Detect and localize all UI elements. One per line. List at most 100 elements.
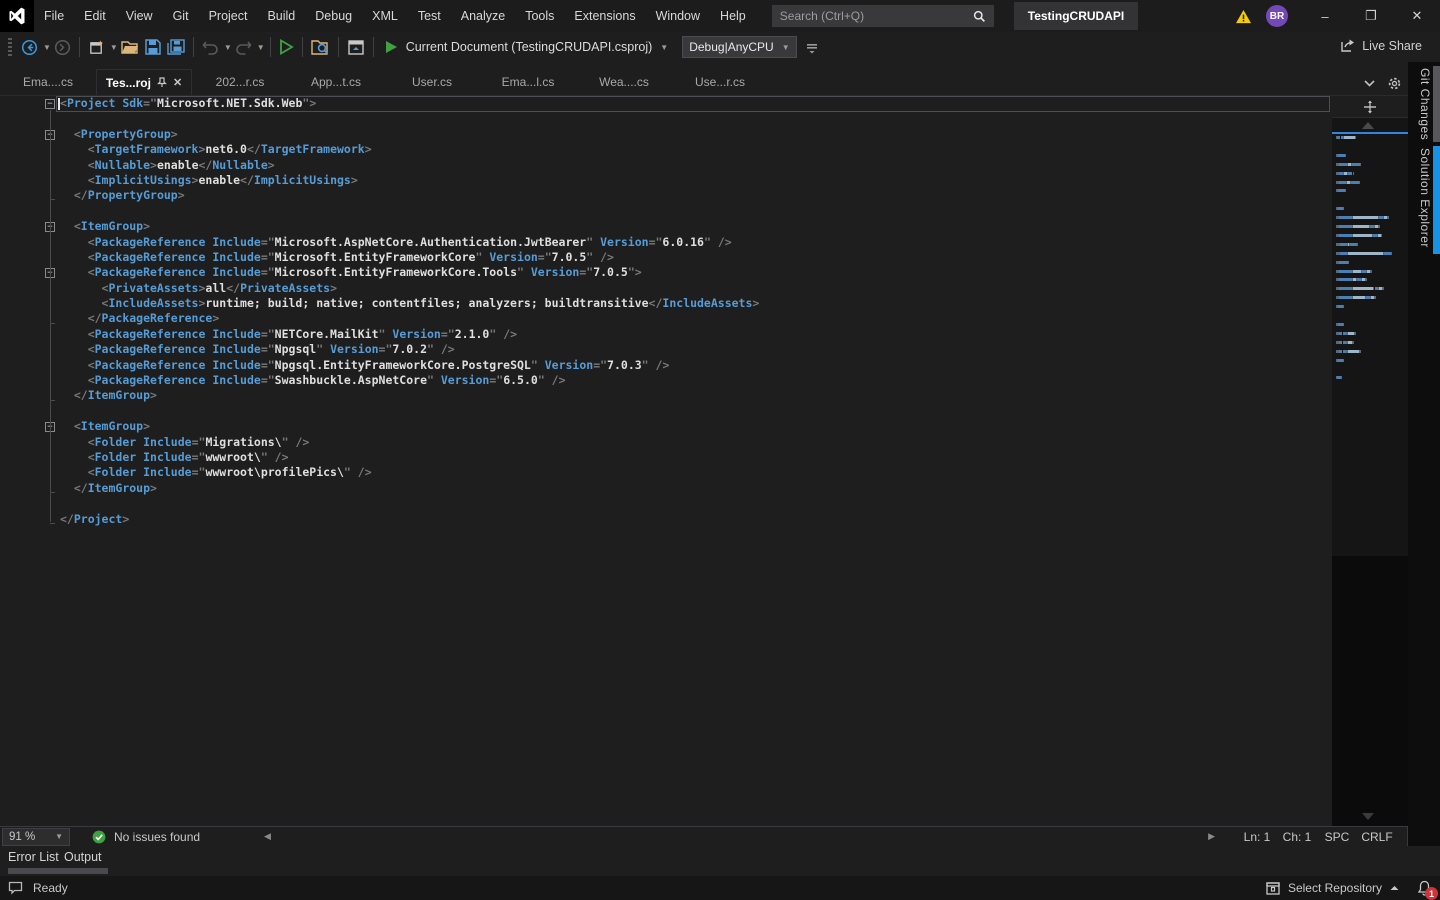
tool-window-tab-error-list[interactable]: Error List [8, 850, 59, 864]
menu-item-test[interactable]: Test [408, 0, 451, 32]
menu-item-git[interactable]: Git [163, 0, 199, 32]
menu-item-build[interactable]: Build [257, 0, 305, 32]
line-ending-indicator[interactable]: CRLF [1357, 830, 1397, 844]
chevron-up-icon[interactable] [1390, 885, 1399, 891]
code-line[interactable]: <PackageReference Include="Microsoft.Ent… [60, 265, 1332, 280]
gear-icon[interactable] [1387, 76, 1402, 91]
navigate-back-dropdown[interactable]: ▼ [43, 43, 51, 52]
code-line[interactable] [60, 111, 1332, 126]
save-button[interactable] [142, 35, 164, 59]
toolbar-overflow-button[interactable] [803, 35, 821, 59]
menu-item-xml[interactable]: XML [362, 0, 408, 32]
document-tab[interactable]: Tes...roj✕ [96, 69, 192, 95]
zoom-level-combo[interactable]: 91 % ▼ [2, 828, 70, 846]
tool-rail-tab-solution-explorer[interactable]: Solution Explorer [1408, 146, 1440, 254]
editor-gutter[interactable]: −−−−− [0, 96, 60, 826]
code-line[interactable] [60, 204, 1332, 219]
close-button[interactable]: ✕ [1394, 0, 1440, 32]
code-line[interactable]: <PrivateAssets>all</PrivateAssets> [60, 281, 1332, 296]
redo-dropdown[interactable]: ▼ [257, 43, 265, 52]
feedback-icon[interactable] [8, 881, 23, 895]
code-line[interactable]: </ItemGroup> [60, 481, 1332, 496]
run-target-button[interactable]: Current Document (TestingCRUDAPI.csproj)… [379, 40, 675, 54]
menu-item-edit[interactable]: Edit [74, 0, 116, 32]
undo-button[interactable] [199, 35, 222, 59]
search-input[interactable]: Search (Ctrl+Q) [772, 5, 994, 27]
tool-window-tab-output[interactable]: Output [64, 850, 102, 864]
menu-item-extensions[interactable]: Extensions [564, 0, 645, 32]
live-share-button[interactable]: Live Share [1340, 38, 1422, 53]
scroll-up-arrow[interactable] [1362, 122, 1374, 129]
document-tab[interactable]: App...t.cs [288, 69, 384, 95]
code-line[interactable]: </ItemGroup> [60, 388, 1332, 403]
tool-rail-tab-git-changes[interactable]: Git Changes [1408, 66, 1440, 142]
code-line[interactable]: <PackageReference Include="NETCore.MailK… [60, 327, 1332, 342]
close-tab-icon[interactable]: ✕ [173, 76, 182, 89]
code-line[interactable]: <IncludeAssets>runtime; build; native; c… [60, 296, 1332, 311]
menu-item-help[interactable]: Help [710, 0, 756, 32]
editor-split-handle[interactable] [1332, 96, 1408, 118]
document-health-indicator[interactable]: No issues found [92, 830, 200, 844]
select-repository-button[interactable]: Select Repository [1288, 881, 1382, 895]
scroll-right-icon[interactable]: ▶ [1208, 831, 1215, 842]
redo-button[interactable] [232, 35, 255, 59]
document-tab[interactable]: Use...r.cs [672, 69, 768, 95]
code-line[interactable]: <PackageReference Include="Microsoft.Ent… [60, 250, 1332, 265]
document-tab[interactable]: Wea....cs [576, 69, 672, 95]
code-line[interactable]: <Project Sdk="Microsoft.NET.Sdk.Web"> [60, 96, 1332, 111]
code-line[interactable] [60, 496, 1332, 511]
document-tab[interactable]: Ema....cs [0, 69, 96, 95]
menu-item-window[interactable]: Window [646, 0, 710, 32]
minimize-button[interactable]: – [1302, 0, 1348, 32]
code-line[interactable]: <ImplicitUsings>enable</ImplicitUsings> [60, 173, 1332, 188]
open-file-button[interactable] [118, 35, 142, 59]
code-line[interactable]: <ItemGroup> [60, 219, 1332, 234]
code-line[interactable]: <PackageReference Include="Microsoft.Asp… [60, 235, 1332, 250]
solution-explorer-button[interactable] [344, 35, 368, 59]
run-target-dropdown[interactable]: ▼ [660, 43, 668, 52]
code-line[interactable]: <PackageReference Include="Npgsql" Versi… [60, 342, 1332, 357]
start-without-debugging-button[interactable] [276, 35, 297, 59]
code-line[interactable]: </PackageReference> [60, 311, 1332, 326]
code-line[interactable]: </PropertyGroup> [60, 188, 1332, 203]
save-all-button[interactable] [164, 35, 188, 59]
solution-name-chip[interactable]: TestingCRUDAPI [1014, 2, 1138, 30]
space-indicator[interactable]: SPC [1317, 830, 1357, 844]
restore-button[interactable]: ❐ [1348, 0, 1394, 32]
configuration-combo[interactable]: Debug|AnyCPU ▼ [682, 36, 796, 58]
scroll-down-arrow[interactable] [1362, 813, 1374, 820]
document-tab[interactable]: User.cs [384, 69, 480, 95]
code-line[interactable]: <Nullable>enable</Nullable> [60, 158, 1332, 173]
menu-item-file[interactable]: File [34, 0, 74, 32]
scroll-left-icon[interactable]: ◀ [264, 831, 271, 842]
code-line[interactable]: <Folder Include="Migrations\" /> [60, 435, 1332, 450]
warning-icon[interactable] [1235, 9, 1252, 24]
document-tab[interactable]: 202...r.cs [192, 69, 288, 95]
menu-item-debug[interactable]: Debug [305, 0, 362, 32]
minimap-scrollbar[interactable] [1332, 96, 1408, 826]
code-line[interactable]: <ItemGroup> [60, 419, 1332, 434]
navigate-forward-button[interactable] [51, 35, 74, 59]
code-line[interactable]: </Project> [60, 512, 1332, 527]
code-line[interactable]: <PackageReference Include="Swashbuckle.A… [60, 373, 1332, 388]
find-in-files-button[interactable] [308, 35, 333, 59]
code-line[interactable]: <Folder Include="wwwroot\" /> [60, 450, 1332, 465]
code-line[interactable] [60, 404, 1332, 419]
column-indicator[interactable]: Ch: 1 [1277, 830, 1317, 844]
toolbar-grip[interactable] [8, 38, 12, 56]
new-project-button[interactable] [85, 35, 108, 59]
user-avatar[interactable]: BR [1266, 5, 1288, 27]
document-tab[interactable]: Ema...l.cs [480, 69, 576, 95]
tab-list-chevron-icon[interactable] [1364, 80, 1375, 87]
new-project-dropdown[interactable]: ▼ [110, 43, 118, 52]
menu-item-tools[interactable]: Tools [515, 0, 564, 32]
notifications-button[interactable]: 1 [1417, 880, 1432, 896]
menu-item-project[interactable]: Project [199, 0, 258, 32]
line-indicator[interactable]: Ln: 1 [1237, 830, 1277, 844]
menu-item-view[interactable]: View [116, 0, 163, 32]
code-line[interactable]: <Folder Include="wwwroot\profilePics\" /… [60, 465, 1332, 480]
undo-dropdown[interactable]: ▼ [224, 43, 232, 52]
code-line[interactable]: <PropertyGroup> [60, 127, 1332, 142]
navigate-back-button[interactable] [18, 35, 41, 59]
pin-icon[interactable] [157, 77, 167, 88]
